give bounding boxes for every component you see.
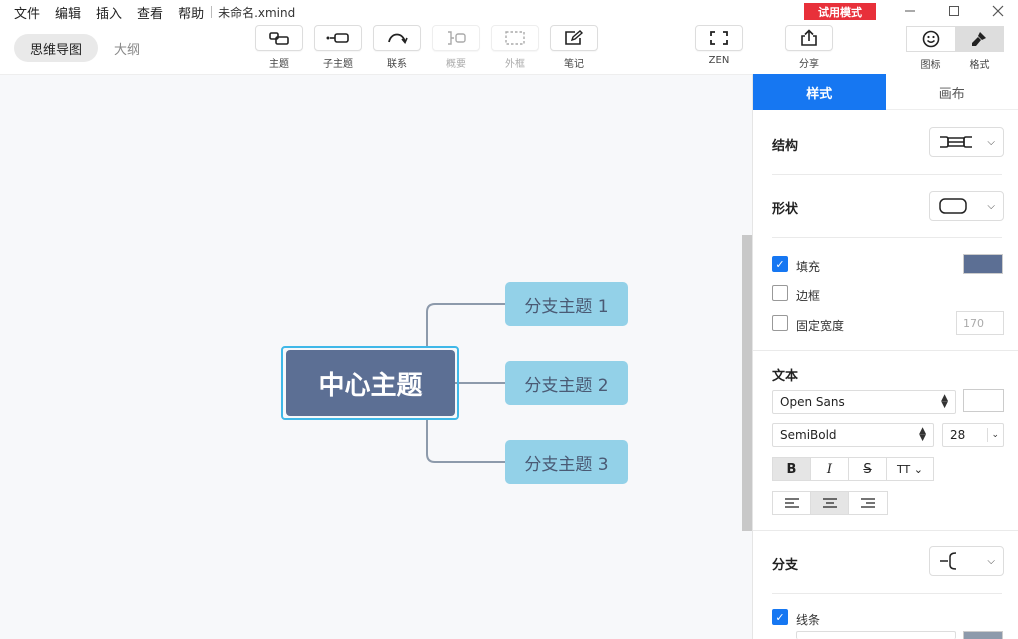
tab-canvas[interactable]: 画布 xyxy=(886,74,1018,110)
text-label: 文本 xyxy=(772,369,799,384)
minimize-icon[interactable] xyxy=(900,2,920,20)
line-label: 线条 xyxy=(796,613,821,627)
shape-label: 形状 xyxy=(772,202,799,217)
text-color-swatch[interactable] xyxy=(963,389,1004,412)
panel-tabs: 样式 画布 xyxy=(753,74,1018,110)
font-size-select[interactable]: 28 ⌄ xyxy=(942,423,1004,447)
strikethrough-button[interactable]: S xyxy=(849,458,887,480)
share-label: 分享 xyxy=(799,59,819,70)
bold-button[interactable]: B xyxy=(773,458,811,480)
fill-color-swatch[interactable] xyxy=(963,254,1003,274)
align-right-icon xyxy=(861,498,875,508)
rounded-rect-shape-icon xyxy=(939,198,967,214)
chevron-down-icon: ⌵ xyxy=(987,136,995,148)
font-family-select[interactable]: Open Sans ▲ ▼ xyxy=(772,390,956,414)
branch-topic-2[interactable]: 分支主题 2 xyxy=(505,361,628,405)
structure-icon xyxy=(940,136,972,148)
font-family-value: Open Sans xyxy=(780,395,845,409)
branch-style-icon xyxy=(940,552,957,570)
format-label: 格式 xyxy=(969,60,990,71)
branch-topic-3[interactable]: 分支主题 3 xyxy=(505,440,628,484)
smiley-icon xyxy=(922,30,940,48)
border-checkbox[interactable] xyxy=(772,285,788,301)
up-down-icon: ▲ ▼ xyxy=(941,393,948,410)
close-icon[interactable] xyxy=(988,2,1008,20)
line-checkbox[interactable]: ✓ xyxy=(772,609,788,625)
structure-dropdown[interactable]: ⌵ xyxy=(929,127,1004,157)
italic-button[interactable]: I xyxy=(811,458,849,480)
divider xyxy=(772,174,1002,175)
fixed-width-checkbox[interactable] xyxy=(772,315,788,331)
border-label: 边框 xyxy=(796,289,821,303)
divider xyxy=(772,237,1002,238)
share-button[interactable]: 分享 xyxy=(784,25,834,70)
branch-label: 分支 xyxy=(772,558,799,573)
section-divider xyxy=(753,530,1018,531)
central-topic[interactable]: 中心主题 xyxy=(286,350,455,416)
chevron-down-icon: ⌵ xyxy=(987,200,995,212)
panel-switch xyxy=(906,26,1004,52)
trial-badge[interactable]: 试用模式 xyxy=(804,3,876,20)
brush-icon xyxy=(972,32,986,46)
text-case-button[interactable]: TT ⌄ xyxy=(887,458,933,480)
icons-panel-button[interactable] xyxy=(907,27,955,51)
line-color-swatch[interactable] xyxy=(963,631,1003,639)
branch-style-dropdown[interactable]: ⌵ xyxy=(929,546,1004,576)
share-icon xyxy=(801,29,817,46)
branch-topic-1[interactable]: 分支主题 1 xyxy=(505,282,628,326)
shape-dropdown[interactable]: ⌵ xyxy=(929,191,1004,221)
fill-label: 填充 xyxy=(796,260,821,274)
chevron-down-icon: ⌄ xyxy=(987,428,999,442)
font-weight-select[interactable]: SemiBold ▲ ▼ xyxy=(772,423,934,447)
line-style-select[interactable] xyxy=(796,631,956,639)
align-left-icon xyxy=(784,498,799,508)
canvas-scrollbar[interactable] xyxy=(742,235,752,531)
align-center-button[interactable] xyxy=(811,492,849,514)
section-divider xyxy=(753,350,1018,351)
fill-checkbox[interactable]: ✓ xyxy=(772,256,788,272)
format-panel: 样式 画布 结构 ⌵ 形状 ⌵ ✓ 填充 边框 固定宽度 170 文本 Open… xyxy=(752,74,1018,639)
fixed-width-label: 固定宽度 xyxy=(796,319,845,333)
icons-label: 图标 xyxy=(920,60,941,71)
structure-label: 结构 xyxy=(772,139,799,154)
up-down-icon: ▲ ▼ xyxy=(919,426,926,443)
align-left-button[interactable] xyxy=(773,492,811,514)
tab-style[interactable]: 样式 xyxy=(753,74,886,110)
align-center-icon xyxy=(822,498,837,508)
alignment-group xyxy=(772,491,888,515)
maximize-icon[interactable] xyxy=(944,2,964,20)
fixed-width-input[interactable]: 170 xyxy=(956,311,1004,335)
chevron-down-icon: ⌵ xyxy=(987,555,995,567)
divider xyxy=(772,593,1002,594)
font-weight-value: SemiBold xyxy=(780,428,837,442)
text-style-group: B I S TT ⌄ xyxy=(772,457,934,481)
font-size-value: 28 xyxy=(950,428,966,442)
branch-connectors xyxy=(426,303,505,463)
format-panel-button[interactable] xyxy=(955,27,1003,51)
align-right-button[interactable] xyxy=(849,492,887,514)
